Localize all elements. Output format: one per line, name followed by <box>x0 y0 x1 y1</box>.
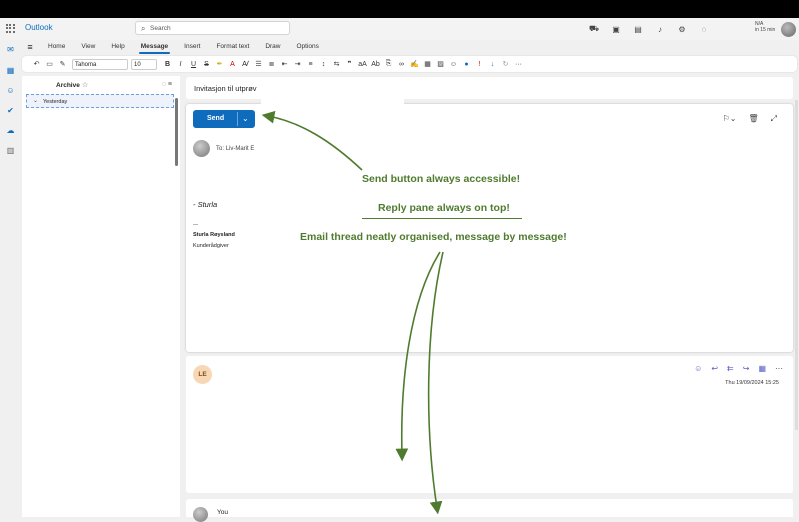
annotation-arrows <box>261 110 444 515</box>
arrow-to-thread-1 <box>395 251 441 462</box>
annotation-reply-pane: Reply pane always on top! <box>378 202 510 214</box>
annotation-underline <box>362 218 522 219</box>
annotation-thread: Email thread neatly organised, message b… <box>300 231 567 243</box>
annotation-send: Send button always accessible! <box>362 173 521 185</box>
arrow-to-send <box>261 110 363 171</box>
arrow-to-thread-2 <box>427 251 444 515</box>
